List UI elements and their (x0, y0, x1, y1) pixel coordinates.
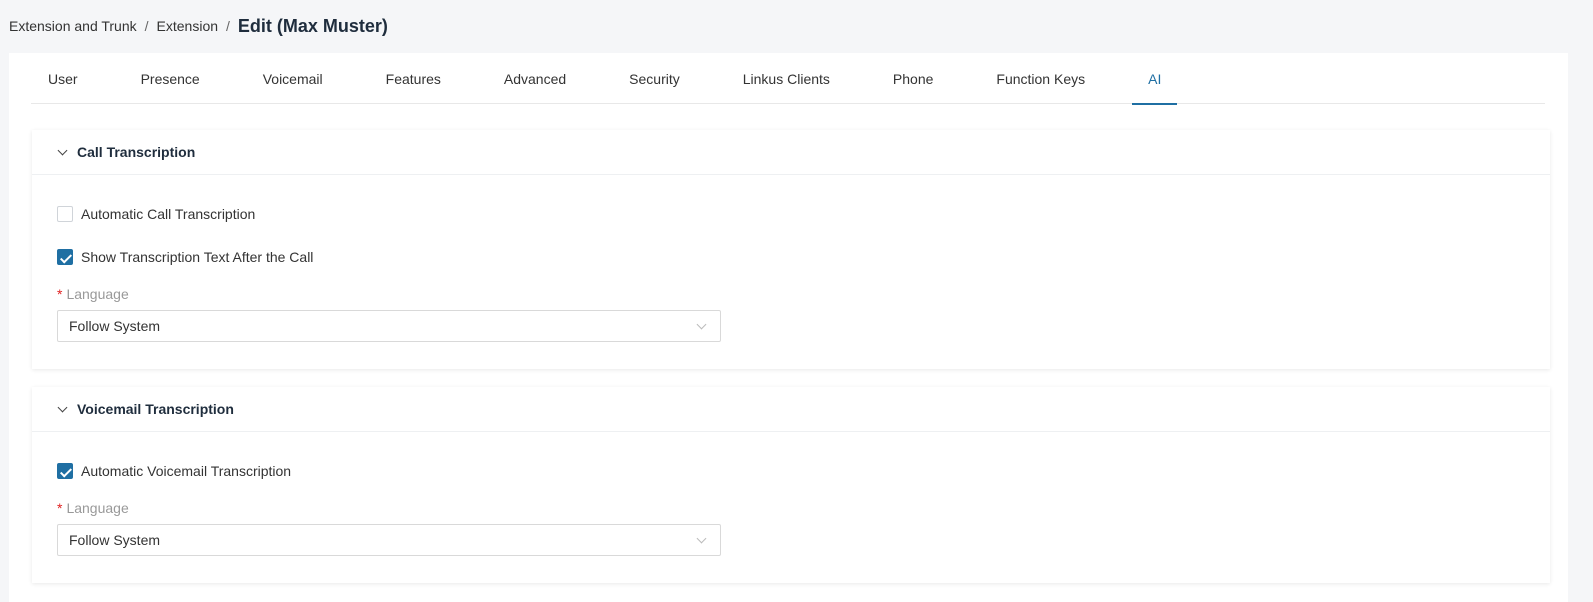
tab-function-keys[interactable]: Function Keys (996, 53, 1085, 104)
tab-user[interactable]: User (48, 53, 78, 104)
tab-security[interactable]: Security (629, 53, 680, 104)
section-title: Call Transcription (77, 144, 196, 160)
call-language-select[interactable]: Follow System (57, 310, 721, 342)
language-label: * Language (57, 286, 129, 302)
tab-linkus-clients[interactable]: Linkus Clients (743, 53, 830, 104)
section-title: Voicemail Transcription (77, 401, 234, 417)
chevron-down-icon (698, 321, 706, 329)
voicemail-transcription-section: Voicemail Transcription Automatic Voicem… (32, 387, 1550, 583)
checkbox-label: Show Transcription Text After the Call (81, 249, 314, 265)
chevron-down-icon (57, 146, 69, 158)
call-transcription-header[interactable]: Call Transcription (32, 130, 1550, 175)
voicemail-language-select[interactable]: Follow System (57, 524, 721, 556)
tab-bar: User Presence Voicemail Features Advance… (31, 53, 1545, 105)
tab-presence[interactable]: Presence (141, 53, 200, 104)
automatic-voicemail-transcription-option[interactable]: Automatic Voicemail Transcription (57, 463, 291, 479)
select-value: Follow System (69, 532, 161, 548)
checkbox-label: Automatic Voicemail Transcription (81, 463, 292, 479)
show-transcription-text-checkbox[interactable] (57, 249, 73, 265)
page-title: Edit (Max Muster) (237, 15, 388, 36)
breadcrumb: Extension and Trunk / Extension / Edit (… (9, 14, 388, 38)
breadcrumb-separator: / (226, 18, 230, 34)
tab-phone[interactable]: Phone (893, 53, 933, 104)
breadcrumb-separator: / (144, 18, 149, 34)
required-marker: * (57, 286, 63, 302)
automatic-voicemail-transcription-checkbox[interactable] (57, 463, 73, 479)
automatic-call-transcription-checkbox[interactable] (57, 206, 73, 222)
call-transcription-section: Call Transcription Automatic Call Transc… (32, 130, 1550, 369)
automatic-call-transcription-option[interactable]: Automatic Call Transcription (57, 206, 255, 222)
breadcrumb-item-extension-and-trunk[interactable]: Extension and Trunk (9, 18, 137, 34)
tab-features[interactable]: Features (386, 53, 441, 104)
tab-voicemail[interactable]: Voicemail (263, 53, 323, 104)
language-label: * Language (57, 500, 129, 516)
voicemail-transcription-header[interactable]: Voicemail Transcription (32, 387, 1550, 432)
tab-advanced[interactable]: Advanced (504, 53, 566, 104)
tab-ai[interactable]: AI (1132, 53, 1178, 105)
edit-panel: User Presence Voicemail Features Advance… (9, 53, 1568, 602)
chevron-down-icon (698, 535, 706, 543)
chevron-down-icon (57, 403, 69, 415)
breadcrumb-item-extension[interactable]: Extension (157, 18, 218, 34)
required-marker: * (57, 500, 63, 516)
select-value: Follow System (69, 318, 161, 334)
checkbox-label: Automatic Call Transcription (81, 206, 256, 222)
show-transcription-text-option[interactable]: Show Transcription Text After the Call (57, 249, 313, 265)
